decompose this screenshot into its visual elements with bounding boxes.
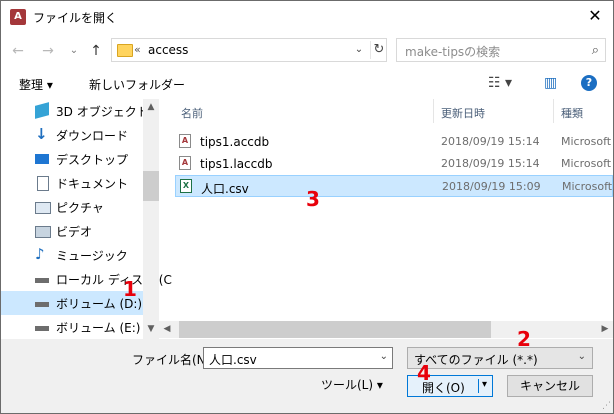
filetype-value: すべてのファイル (*.*) xyxy=(414,353,538,367)
sidebar-item-label: ドキュメント xyxy=(56,177,129,191)
sidebar-item-videos[interactable]: ビデオ xyxy=(1,219,143,243)
folder-icon xyxy=(117,44,133,57)
file-list: 名前 更新日時 種類 A tips1.accdb 2018/09/19 15:1… xyxy=(159,99,613,339)
sidebar-item-desktop[interactable]: デスクトップ xyxy=(1,147,143,171)
title-bar: A ファイルを開く ✕ xyxy=(1,1,613,33)
file-name: tips1.accdb xyxy=(200,135,270,149)
back-icon[interactable]: ← xyxy=(9,42,27,60)
resize-grip-icon[interactable]: ⋰ xyxy=(602,401,611,411)
sidebar-item-music[interactable]: ♪ ミュージック xyxy=(1,243,143,267)
desktop-icon xyxy=(35,154,49,164)
sidebar-scroll-thumb[interactable] xyxy=(143,171,159,201)
scroll-down-icon[interactable]: ▼ xyxy=(143,321,159,337)
preview-pane-icon[interactable]: ▥ xyxy=(544,75,557,91)
sidebar-item-local-disk-c[interactable]: ローカル ディスク (C xyxy=(1,267,172,291)
annotation-marker-2: 2 xyxy=(517,327,531,351)
search-icon[interactable]: ⌕ xyxy=(592,43,599,58)
column-type-header[interactable]: 種類 xyxy=(561,105,583,121)
file-date: 2018/09/19 15:09 xyxy=(442,180,541,193)
access-file-icon: A xyxy=(179,134,191,148)
sidebar-item-volume-d[interactable]: ボリューム (D:) xyxy=(1,291,143,315)
navigation-bar: ← → ⌄ ↑ « access ⌄ ↻ make-tipsの検索 ⌕ xyxy=(1,33,613,69)
access-app-icon: A xyxy=(10,9,26,25)
sidebar-item-volume-e[interactable]: ボリューム (E:) xyxy=(1,315,143,339)
recent-locations-icon[interactable]: ⌄ xyxy=(65,42,83,60)
file-row[interactable]: A tips1.accdb 2018/09/19 15:14 Microsoft xyxy=(175,131,613,153)
video-icon xyxy=(35,226,51,238)
sidebar-item-label: ボリューム (E:) xyxy=(56,321,141,335)
address-dropdown-icon[interactable]: ⌄ xyxy=(350,41,368,59)
file-name: 人口.csv xyxy=(201,182,249,196)
tools-button[interactable]: ツール(L) ▾ xyxy=(321,376,383,393)
picture-icon xyxy=(35,202,51,214)
file-date: 2018/09/19 15:14 xyxy=(441,157,540,170)
file-date: 2018/09/19 15:14 xyxy=(441,135,540,148)
sidebar-item-documents[interactable]: ドキュメント xyxy=(1,171,143,195)
close-button[interactable]: ✕ xyxy=(581,5,609,27)
sidebar-scrollbar[interactable]: ▲ ▼ xyxy=(143,99,159,339)
cancel-button[interactable]: キャンセル xyxy=(507,375,593,397)
file-row[interactable]: X 人口.csv 2018/09/19 15:09 Microsoft xyxy=(175,175,613,197)
dialog-title: ファイルを開く xyxy=(33,11,118,25)
sidebar-item-label: ピクチャ xyxy=(56,201,104,215)
column-divider[interactable] xyxy=(553,99,554,123)
view-options-icon[interactable]: ☷ ▾ xyxy=(488,75,512,91)
open-dropdown-icon[interactable]: ▾ xyxy=(482,379,487,390)
up-folder-icon[interactable]: ↑ xyxy=(87,42,105,60)
scroll-up-icon[interactable]: ▲ xyxy=(143,99,159,115)
scroll-left-icon[interactable]: ◀ xyxy=(159,321,175,338)
file-row[interactable]: A tips1.laccdb 2018/09/19 15:14 Microsof… xyxy=(175,153,613,175)
column-divider[interactable] xyxy=(433,99,434,123)
file-type: Microsoft xyxy=(562,180,613,193)
filename-field[interactable]: 人口.csv ⌄ xyxy=(203,347,393,369)
address-overflow-icon[interactable]: « xyxy=(134,43,141,56)
search-input[interactable]: make-tipsの検索 xyxy=(405,43,500,60)
sidebar-item-label: ミュージック xyxy=(56,249,128,263)
annotation-marker-3: 3 xyxy=(306,187,320,211)
column-name-header[interactable]: 名前 xyxy=(181,105,203,121)
new-folder-button[interactable]: 新しいフォルダー xyxy=(89,76,185,93)
music-icon: ♪ xyxy=(35,245,45,263)
address-path[interactable]: access xyxy=(148,43,188,57)
sidebar-item-pictures[interactable]: ピクチャ xyxy=(1,195,143,219)
access-lock-file-icon: A xyxy=(179,156,191,170)
filetype-dropdown-icon[interactable]: ⌄ xyxy=(578,351,586,362)
document-icon xyxy=(37,176,49,191)
sidebar-item-downloads[interactable]: ↓ ダウンロード xyxy=(1,123,143,147)
excel-csv-file-icon: X xyxy=(180,179,192,193)
sidebar-item-label: ビデオ xyxy=(56,225,93,239)
file-type: Microsoft xyxy=(561,135,612,148)
file-type: Microsoft xyxy=(561,157,612,170)
organize-button[interactable]: 整理 ▾ xyxy=(19,76,53,93)
search-box[interactable]: make-tipsの検索 ⌕ xyxy=(396,38,606,62)
help-icon[interactable]: ? xyxy=(581,75,597,91)
filename-value[interactable]: 人口.csv xyxy=(209,351,257,368)
annotation-marker-4: 4 xyxy=(417,361,431,385)
drive-icon xyxy=(35,302,49,307)
refresh-icon[interactable]: ↻ xyxy=(370,41,387,59)
sidebar-item-label: デスクトップ xyxy=(56,153,129,167)
sidebar-item-3d-objects[interactable]: 3D オブジェクト xyxy=(1,99,149,123)
column-date-header[interactable]: 更新日時 xyxy=(441,105,485,121)
open-button-divider xyxy=(478,379,479,393)
navigation-pane: 3D オブジェクト ↓ ダウンロード デスクトップ ドキュメント ピクチャ ビデ… xyxy=(1,99,172,339)
annotation-marker-1: 1 xyxy=(123,277,137,301)
scroll-right-icon[interactable]: ▶ xyxy=(597,321,613,338)
open-file-dialog: A ファイルを開く ✕ ← → ⌄ ↑ « access ⌄ ↻ make-ti… xyxy=(0,0,614,414)
drive-icon xyxy=(35,326,49,331)
horizontal-scroll-thumb[interactable] xyxy=(179,321,491,338)
column-header: 名前 更新日時 種類 xyxy=(159,99,613,123)
sidebar-item-label: 3D オブジェクト xyxy=(56,105,149,119)
file-list-horizontal-scrollbar[interactable]: ◀ ▶ xyxy=(159,321,613,338)
address-bar[interactable]: « access ⌄ ↻ xyxy=(111,38,387,62)
download-icon: ↓ xyxy=(35,125,48,143)
filename-dropdown-icon[interactable]: ⌄ xyxy=(380,351,388,362)
command-bar: 整理 ▾ 新しいフォルダー ☷ ▾ ▥ ? xyxy=(1,69,613,99)
forward-icon[interactable]: → xyxy=(39,42,57,60)
sidebar-item-label: ダウンロード xyxy=(56,129,129,143)
drive-icon xyxy=(35,278,49,283)
cube-icon xyxy=(35,102,49,119)
file-name: tips1.laccdb xyxy=(200,157,273,171)
filetype-select[interactable]: すべてのファイル (*.*) ⌄ xyxy=(407,347,593,369)
